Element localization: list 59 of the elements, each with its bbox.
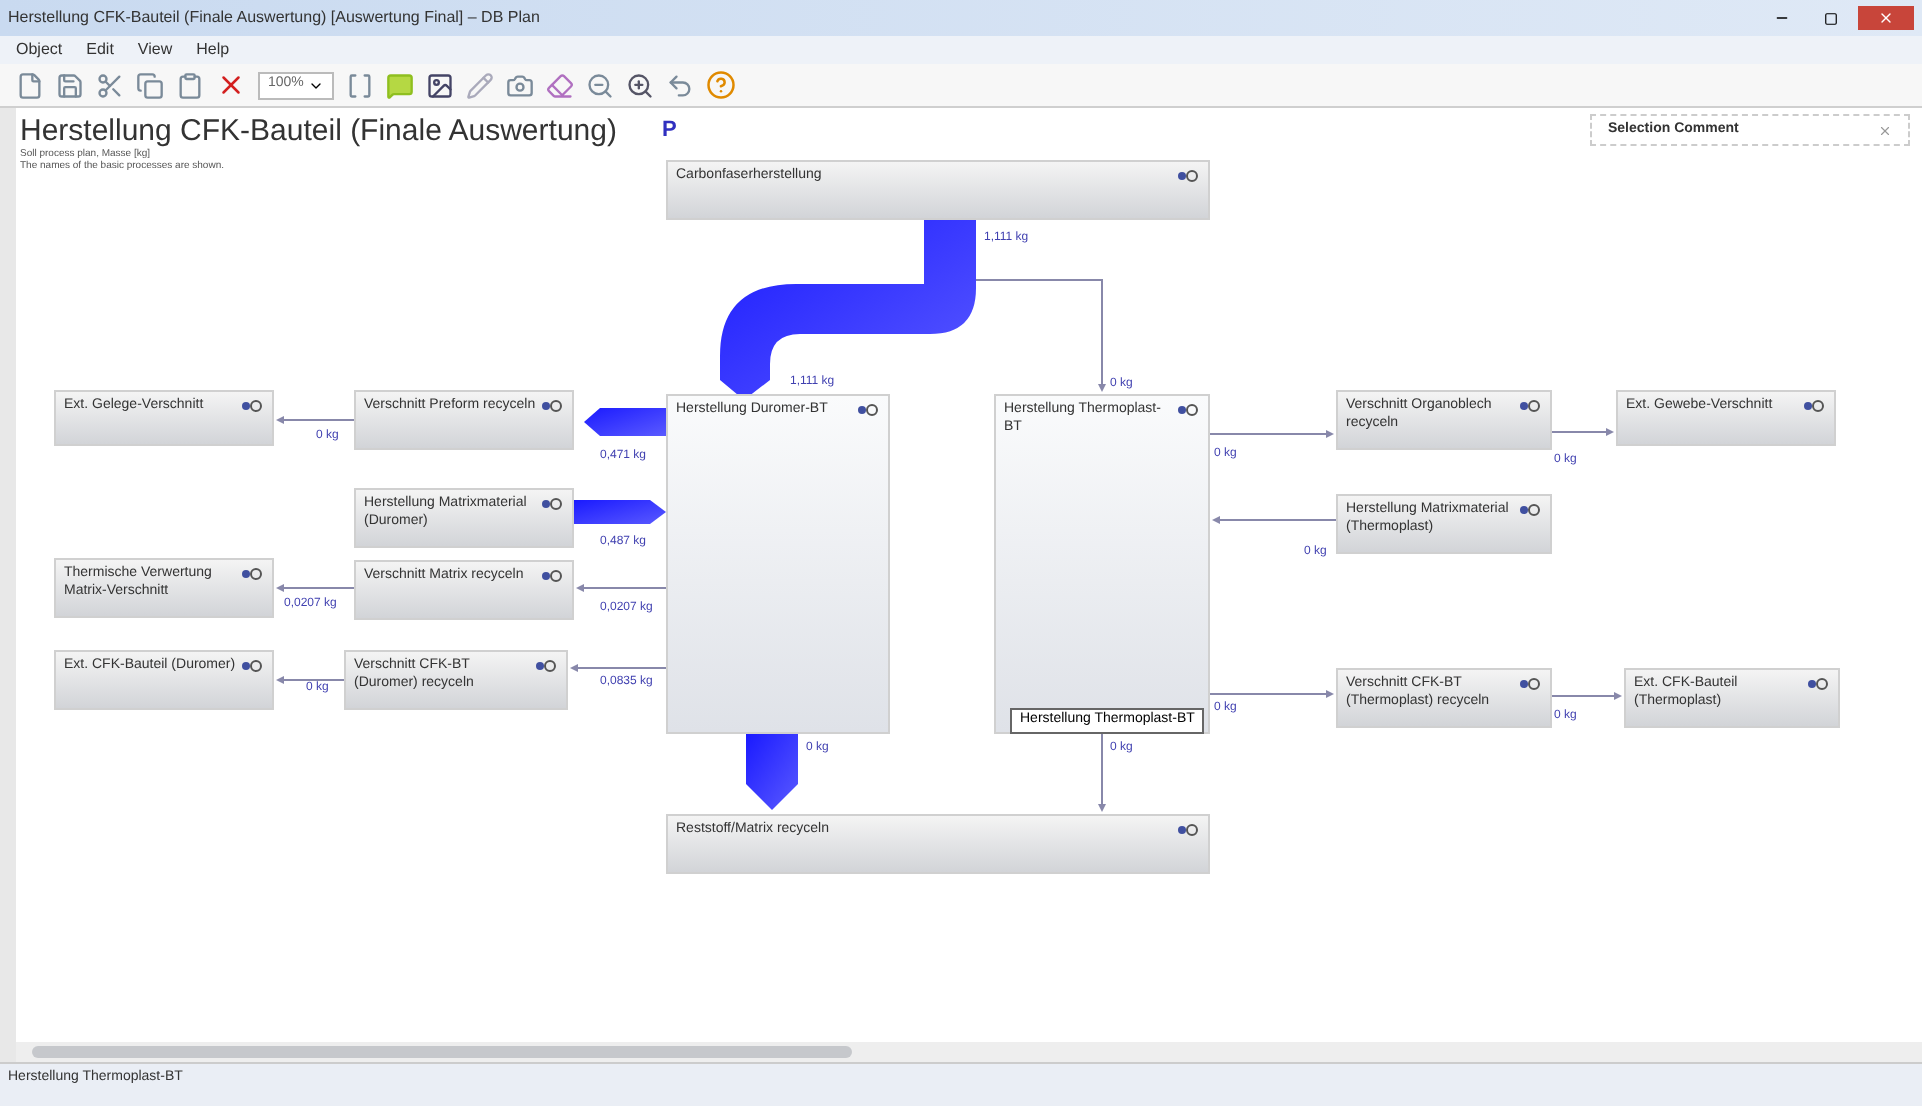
zoom-out-icon[interactable] [585,71,614,99]
scrollbar-thumb[interactable] [32,1046,852,1058]
node-icon [540,568,564,582]
node-icon [240,398,264,412]
node-icon [1176,822,1200,836]
camera-icon[interactable] [505,71,534,99]
clipboard-icon[interactable] [176,71,204,99]
node-icon [1518,502,1542,516]
node-icon [240,566,264,580]
node-icon [856,402,880,416]
node-icon [534,658,558,672]
scissors-icon[interactable] [96,71,124,99]
flow-band [584,408,666,436]
connector-line [570,664,667,672]
menu-item[interactable]: Object [16,38,63,62]
maximize-icon [1823,11,1837,25]
node-icon [1176,402,1200,416]
connector-line [1098,733,1106,812]
copy-icon[interactable] [136,71,164,99]
zoom-in-icon[interactable] [625,71,654,99]
connector-line [1551,428,1614,436]
connector-line [276,584,355,592]
node-icon [1518,676,1542,690]
connector-line [276,676,345,684]
node-icon [540,398,564,412]
node-icon [1176,168,1200,182]
comment-icon[interactable] [385,71,414,99]
flow-band [746,734,798,810]
node-icon [1518,398,1542,412]
delete-icon[interactable] [216,70,246,100]
eraser-icon[interactable] [545,71,574,99]
node-icon [1806,676,1830,690]
brackets-icon[interactable] [345,71,374,99]
node-icon [540,496,564,510]
undo-icon[interactable] [665,71,694,99]
connector-line [276,416,355,424]
close-icon[interactable] [1878,123,1892,137]
save-icon[interactable] [56,71,84,99]
diagram-title: Herstellung CFK-Bauteil (Finale Auswertung) [20,116,617,148]
flow-band [574,500,666,524]
connector-line [1551,692,1622,700]
image-icon[interactable] [425,71,454,99]
new-file-icon[interactable] [16,71,44,99]
menu-item[interactable]: Help [196,38,230,62]
connector-line [975,279,1106,392]
close-icon [1878,10,1894,26]
menu-item[interactable]: Edit [86,38,114,62]
node-icon [240,658,264,672]
connector-line [1209,430,1334,438]
help-icon[interactable] [705,70,736,100]
connector-line [1209,690,1334,698]
window-title: Herstellung CFK-Bauteil (Finale Auswertung) [Auswertung Final] – DB Plan [8,6,540,30]
menu-item[interactable]: View [137,38,173,62]
node-icon [1802,398,1826,412]
horizontal-scrollbar[interactable] [16,1042,1922,1062]
marker-label: P [662,116,677,146]
connector-line [1212,516,1337,524]
connector-line [576,584,667,592]
pencil-icon[interactable] [465,71,494,99]
